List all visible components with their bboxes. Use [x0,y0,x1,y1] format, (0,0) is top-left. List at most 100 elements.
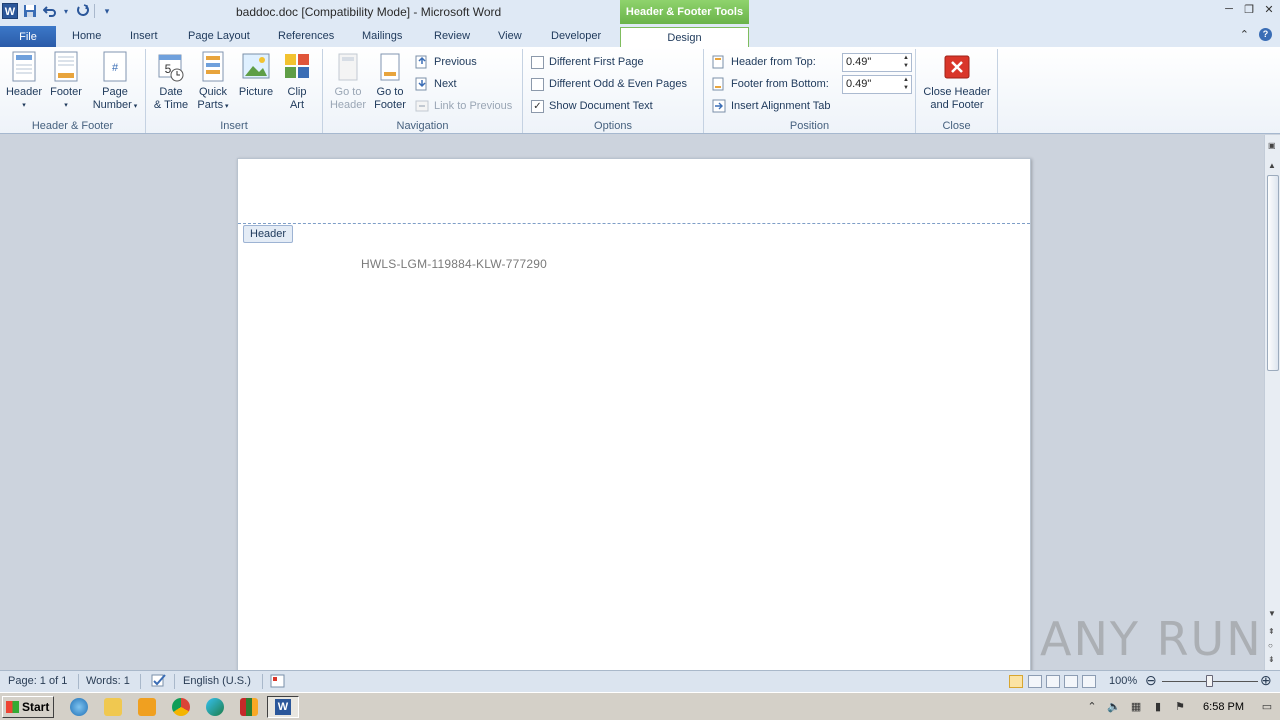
internet-explorer-icon[interactable] [70,698,88,716]
taskbar-word-button[interactable]: W [267,696,299,718]
header-from-top-value: 0.49" [846,56,872,68]
next-page-icon[interactable]: ⇟ [1268,655,1275,664]
different-first-page-checkbox[interactable] [531,55,544,69]
draft-view-button[interactable] [1082,675,1096,688]
page-number-label-2: Number ▾ [92,99,138,111]
word-logo-icon[interactable]: W [2,3,18,19]
minimize-icon[interactable]: ─ [1222,2,1236,16]
previous-button[interactable]: Previous [415,52,477,72]
zoom-in-icon[interactable]: ⊕ [1260,672,1272,689]
close-header-footer-label-1: Close Header [923,86,991,98]
go-to-header-icon [334,51,362,83]
zoom-slider-thumb[interactable] [1206,675,1213,687]
insert-alignment-tab-button[interactable]: Insert Alignment Tab [712,96,830,116]
media-player-icon[interactable] [138,698,156,716]
minimize-ribbon-icon[interactable]: ⌃ [1240,28,1249,41]
tab-page-layout[interactable]: Page Layout [184,27,254,48]
volume-icon[interactable]: 🔈 [1107,700,1121,714]
group-header-footer: Header ▾ Footer ▾ # Page Number ▾ Header… [0,49,146,133]
network-icon[interactable]: ▦ [1129,700,1143,714]
tab-insert[interactable]: Insert [126,27,162,48]
clock[interactable]: 6:58 PM [1203,701,1244,713]
web-layout-view-button[interactable] [1046,675,1060,688]
tray-expand-icon[interactable]: ⌃ [1085,700,1099,714]
document-body-text[interactable]: HWLS-LGM-119884-KLW-777290 [361,257,547,271]
footer-button[interactable]: Footer ▾ [46,51,86,112]
svg-text:#: # [112,62,119,74]
zoom-level[interactable]: 100% [1109,675,1137,687]
different-odd-even-checkbox[interactable] [531,77,544,91]
tab-developer[interactable]: Developer [547,27,605,48]
tab-view[interactable]: View [494,27,526,48]
scroll-thumb[interactable] [1267,175,1279,371]
save-icon[interactable] [22,3,38,19]
next-button[interactable]: Next [415,74,457,94]
chrome-icon[interactable] [172,698,190,716]
restore-icon[interactable]: ❐ [1242,2,1256,16]
tab-mailings[interactable]: Mailings [358,27,406,48]
footer-position-icon [712,77,726,91]
tab-file[interactable]: File [0,26,56,48]
date-time-button[interactable]: 5 Date & Time [152,51,190,112]
undo-icon[interactable] [42,3,58,19]
go-to-footer-button[interactable]: Go to Footer [371,51,409,112]
show-document-text-option[interactable]: ✓ Show Document Text [531,96,653,116]
word-count[interactable]: Words: 1 [86,675,130,687]
tab-home[interactable]: Home [68,27,105,48]
next-label: Next [434,78,457,90]
spinner-arrows-icon[interactable]: ▲ ▼ [903,54,909,70]
help-icon[interactable]: ? [1259,28,1272,41]
different-odd-even-label: Different Odd & Even Pages [549,78,687,90]
header-from-top-spinner[interactable]: 0.49" ▲ ▼ [842,53,912,72]
proofing-icon[interactable] [150,673,168,692]
document-page[interactable]: Header HWLS-LGM-119884-KLW-777290 [237,158,1031,670]
different-odd-even-option[interactable]: Different Odd & Even Pages [531,74,687,94]
group-label-navigation: Navigation [396,120,449,132]
show-desktop-icon[interactable]: ▭ [1260,700,1274,714]
ruler-toggle-icon[interactable]: ▣ [1268,141,1276,150]
group-options: Different First Page Different Odd & Eve… [523,49,704,133]
spinner-arrows-icon[interactable]: ▲ ▼ [903,76,909,92]
clip-art-icon [283,51,311,83]
print-layout-view-button[interactable] [1009,675,1023,688]
picture-button[interactable]: Picture [235,51,277,99]
redo-icon[interactable] [74,3,90,19]
customize-qat-icon[interactable]: ▾ [99,3,115,19]
undo-dropdown-icon[interactable]: ▾ [62,3,70,19]
close-header-footer-label-2: and Footer [930,99,984,111]
scroll-down-icon[interactable]: ▼ [1268,609,1276,618]
file-explorer-icon[interactable] [104,698,122,716]
full-screen-reading-view-button[interactable] [1028,675,1042,688]
page-number-button[interactable]: # Page Number ▾ [88,51,142,113]
document-workspace: Header HWLS-LGM-119884-KLW-777290 [0,135,1264,670]
tab-design[interactable]: Design [620,27,749,49]
footer-from-bottom-spinner[interactable]: 0.49" ▲ ▼ [842,75,912,94]
language-indicator[interactable]: English (U.S.) [183,675,251,687]
link-to-previous-button[interactable]: Link to Previous [415,96,512,116]
header-button[interactable]: Header ▾ [4,51,44,112]
edge-icon[interactable] [206,698,224,716]
tab-references[interactable]: References [274,27,338,48]
previous-page-icon[interactable]: ⇞ [1268,627,1275,636]
go-to-header-button[interactable]: Go to Header [329,51,367,112]
scroll-up-icon[interactable]: ▲ [1268,161,1276,170]
quick-parts-button[interactable]: Quick Parts ▾ [194,51,232,113]
group-position: Header from Top: 0.49" ▲ ▼ Footer from Bo… [704,49,916,133]
page-count[interactable]: Page: 1 of 1 [8,675,67,687]
tab-review[interactable]: Review [430,27,474,48]
different-first-page-option[interactable]: Different First Page [531,52,644,72]
winrar-icon[interactable] [240,698,258,716]
zoom-out-icon[interactable]: ⊖ [1145,672,1157,689]
close-header-footer-button[interactable]: Close Header and Footer [920,51,994,112]
start-button[interactable]: Start [2,696,54,718]
clip-art-button[interactable]: Clip Art [281,51,313,112]
action-center-flag-icon[interactable]: ⚑ [1173,700,1187,714]
select-browse-object-icon[interactable]: ○ [1268,641,1273,650]
close-icon[interactable]: ✕ [1262,2,1276,16]
vertical-scrollbar[interactable]: ▣ ▲ ▼ ⇞ ○ ⇟ [1264,135,1280,670]
macro-recording-icon[interactable] [270,674,286,691]
outline-view-button[interactable] [1064,675,1078,688]
show-document-text-checkbox[interactable]: ✓ [531,99,544,113]
ribbon-help-controls: ⌃ ? [1240,28,1272,41]
power-icon[interactable]: ▮ [1151,700,1165,714]
